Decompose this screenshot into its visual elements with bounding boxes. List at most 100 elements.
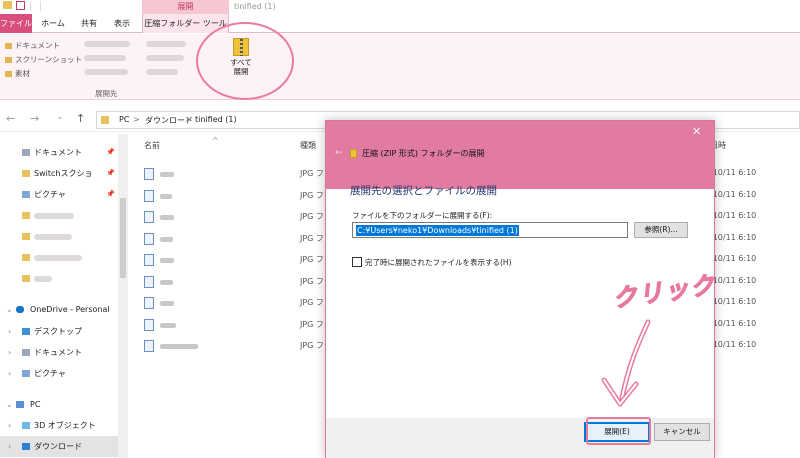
- folder-icon: [101, 116, 109, 124]
- folder-icon: [5, 43, 12, 49]
- pin-icon[interactable]: 📌: [106, 184, 115, 205]
- destination-path-value: C:¥Users¥neko1¥Downloads¥tinified (1): [356, 225, 519, 236]
- nav-item-downloads[interactable]: › ダウンロード: [0, 436, 118, 457]
- blurred-file-name: [160, 258, 174, 263]
- chevron-down-icon[interactable]: ⌄: [6, 394, 13, 415]
- nav-item-pictures[interactable]: ピクチャ 📌: [0, 184, 118, 205]
- up-button[interactable]: ↑: [76, 112, 85, 125]
- pin-icon[interactable]: 📌: [106, 142, 115, 163]
- computer-icon: [16, 401, 24, 408]
- tab-view[interactable]: 表示: [106, 14, 138, 33]
- folder-icon: [5, 57, 12, 63]
- file-date: /10/11 6:10: [710, 189, 757, 199]
- scrollbar-thumb[interactable]: [120, 198, 126, 278]
- blurred-location: [84, 55, 126, 61]
- back-arrow-icon[interactable]: ←: [335, 148, 343, 158]
- chevron-right-icon[interactable]: ›: [8, 321, 11, 342]
- tab-home[interactable]: ホーム: [34, 14, 72, 33]
- nav-item-blurred[interactable]: [0, 226, 118, 247]
- chevron-right-icon[interactable]: ›: [8, 415, 11, 436]
- blurred-file-name: [160, 322, 176, 328]
- nav-item-switch-screenshots[interactable]: Switchスクショ 📌: [0, 163, 118, 184]
- nav-item-label: ドキュメント: [34, 348, 82, 357]
- highlight-circle: [196, 22, 294, 100]
- pin-icon[interactable]: 📌: [106, 163, 115, 184]
- blurred-folder-name: [34, 234, 72, 240]
- folder-icon: [22, 254, 30, 261]
- nav-item-label: PC: [30, 400, 41, 409]
- properties-icon[interactable]: [16, 1, 25, 10]
- forward-button[interactable]: →: [30, 112, 39, 125]
- nav-item-label: ピクチャ: [34, 369, 66, 378]
- highlight-box: [586, 417, 651, 445]
- location-documents[interactable]: ドキュメント: [5, 40, 60, 51]
- cloud-icon: [16, 306, 24, 313]
- breadcrumb-separator[interactable]: >: [133, 115, 140, 124]
- image-file-icon: [144, 168, 154, 180]
- show-files-checkbox[interactable]: [352, 257, 362, 267]
- image-file-icon: [144, 275, 154, 288]
- breadcrumb-separator[interactable]: >: [185, 115, 192, 124]
- chevron-down-icon[interactable]: ⌄: [6, 299, 13, 320]
- chevron-right-icon[interactable]: ›: [8, 436, 11, 457]
- nav-item-label: ダウンロード: [34, 442, 82, 451]
- nav-item-3d-objects[interactable]: › 3D オブジェクト: [0, 415, 118, 436]
- zip-folder-icon: [350, 149, 357, 158]
- file-date: /10/11 6:10: [710, 318, 757, 328]
- nav-item-blurred[interactable]: [0, 205, 118, 226]
- blurred-folder-name: [34, 213, 74, 219]
- folder-icon: [22, 170, 30, 177]
- annotation-arrow-icon: [601, 319, 651, 407]
- nav-item-blurred[interactable]: [0, 247, 118, 268]
- breadcrumb-current[interactable]: tinified (1): [195, 115, 237, 124]
- nav-item-label: OneDrive - Personal: [30, 305, 110, 314]
- nav-item-desktop[interactable]: › デスクトップ: [0, 321, 118, 342]
- destination-path-input[interactable]: C:¥Users¥neko1¥Downloads¥tinified (1): [352, 222, 628, 238]
- tab-share[interactable]: 共有: [74, 14, 104, 33]
- window-title: tinified (1): [234, 2, 276, 11]
- desktop-icon: [22, 328, 30, 335]
- nav-item-label: Switchスクショ: [34, 169, 93, 178]
- recent-locations-button[interactable]: ⌄: [56, 112, 64, 122]
- chevron-right-icon[interactable]: ›: [8, 363, 11, 384]
- blurred-file-name: [160, 236, 173, 242]
- location-screenshots[interactable]: スクリーンショット: [5, 54, 82, 65]
- blurred-file-name: [160, 301, 174, 306]
- title-bar: [0, 0, 800, 14]
- column-header-type[interactable]: 種類: [300, 140, 316, 151]
- folder-icon: [22, 275, 30, 282]
- dialog-title: 圧縮 (ZIP 形式) フォルダーの展開: [362, 149, 485, 158]
- location-materials[interactable]: 素材: [5, 68, 30, 79]
- blurred-file-name: [160, 193, 172, 199]
- scrollbar[interactable]: [118, 134, 128, 458]
- nav-item-pc[interactable]: ⌄ PC: [0, 394, 118, 415]
- browse-button[interactable]: 参照(R)...: [634, 222, 688, 238]
- chevron-right-icon[interactable]: ›: [8, 342, 11, 363]
- folder-icon: [22, 212, 30, 219]
- divider: [40, 1, 41, 11]
- pictures-icon: [22, 370, 30, 377]
- dialog-heading: 展開先の選択とファイルの展開: [350, 185, 497, 197]
- destination-label: ファイルを下のフォルダーに展開する(F):: [352, 211, 493, 220]
- close-icon[interactable]: ✕: [692, 125, 701, 138]
- back-button[interactable]: ←: [6, 112, 15, 125]
- dialog-header: ✕ ← 圧縮 (ZIP 形式) フォルダーの展開: [326, 121, 714, 189]
- tab-file[interactable]: ファイル: [0, 14, 32, 33]
- folder-icon: [22, 233, 30, 240]
- divider: [30, 1, 31, 11]
- cancel-button[interactable]: キャンセル: [654, 423, 710, 441]
- nav-item-onedrive-pictures[interactable]: › ピクチャ: [0, 363, 118, 384]
- file-date: /10/11 6:10: [710, 168, 757, 177]
- pictures-icon: [22, 191, 30, 198]
- folder-icon[interactable]: [3, 1, 12, 9]
- nav-item-onedrive[interactable]: ⌄ OneDrive - Personal: [0, 299, 118, 320]
- nav-item-blurred[interactable]: [0, 268, 118, 289]
- breadcrumb-pc[interactable]: PC: [119, 115, 129, 124]
- image-file-icon: [144, 318, 154, 331]
- column-header-name[interactable]: 名前: [144, 140, 160, 151]
- nav-item-label: 3D オブジェクト: [34, 421, 96, 430]
- nav-item-onedrive-documents[interactable]: › ドキュメント: [0, 342, 118, 363]
- nav-item-documents[interactable]: ドキュメント 📌: [0, 142, 118, 163]
- ribbon-group-label: 展開先: [95, 89, 118, 98]
- blurred-location: [84, 41, 130, 47]
